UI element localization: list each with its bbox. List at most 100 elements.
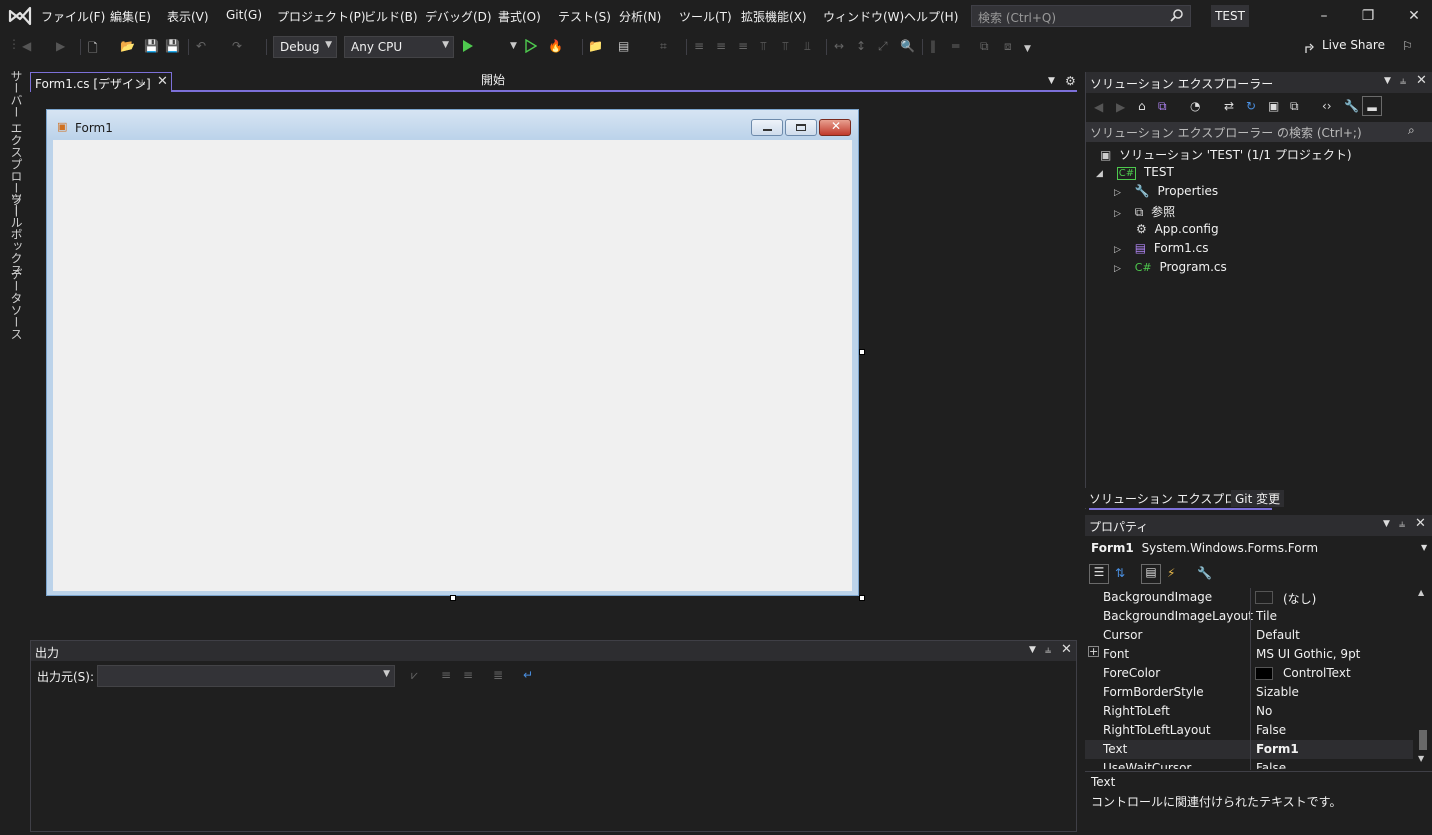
switch-views-icon[interactable]: ⧉ (1158, 99, 1167, 114)
solution-search-input[interactable]: ソリューション エクスプローラー の検索 (Ctrl+;) ⌕ (1086, 122, 1432, 142)
pin-icon[interactable]: ⫨ (1400, 74, 1406, 88)
tree-item-program[interactable]: ▷ C# Program.cs (1114, 260, 1227, 279)
alphabetical-icon[interactable]: ⇅ (1115, 566, 1125, 580)
align-rights-icon[interactable]: ≡ (738, 39, 754, 55)
vertical-spacing-icon[interactable]: ═ (952, 39, 968, 55)
properties-wrench-icon[interactable]: 🔧 (1344, 99, 1359, 113)
tree-item-properties[interactable]: ▷ 🔧 Properties (1114, 184, 1218, 203)
form1-titlebar[interactable]: ▣ Form1 ✕ (47, 110, 858, 139)
preview-selected-icon[interactable]: ▂ (1362, 96, 1382, 116)
menu-view[interactable]: 表示(V) (167, 8, 209, 25)
menu-git[interactable]: Git(G) (226, 8, 262, 22)
global-search-input[interactable]: 検索 (Ctrl+Q) (971, 5, 1191, 27)
spacing-icon[interactable]: ‖ (930, 39, 946, 55)
menu-format[interactable]: 書式(O) (498, 8, 541, 25)
refresh-icon[interactable]: ↻ (1246, 99, 1256, 113)
menu-analyze[interactable]: 分析(N) (619, 8, 661, 25)
scroll-down-icon[interactable]: ▼ (1418, 754, 1424, 763)
bring-to-front-icon[interactable]: ⧉ (980, 39, 996, 55)
close-tab-icon[interactable]: ✕ (157, 74, 168, 89)
solution-platform-select[interactable]: Any CPU ▼ (344, 36, 454, 58)
undo-icon[interactable]: ↶ (196, 39, 212, 55)
object-selector[interactable]: Form1 System.Windows.Forms.Form ▼ (1085, 539, 1432, 559)
new-project-icon[interactable]: 🗋 (88, 39, 104, 55)
zoom-icon[interactable]: 🔍 (900, 39, 916, 55)
panel-options-icon[interactable]: ▼ (1383, 519, 1390, 529)
tab-git-changes[interactable]: Git 変更 (1231, 490, 1285, 507)
property-row[interactable]: RightToLeftLayout False (1085, 721, 1413, 740)
show-all-files-icon[interactable]: ⧉ (1290, 99, 1299, 114)
pending-changes-filter-icon[interactable]: ◔ (1190, 99, 1200, 113)
close-icon[interactable]: ✕ (1404, 6, 1424, 26)
size-to-grid-icon[interactable]: ⤢ (878, 39, 894, 55)
close-panel-icon[interactable]: ✕ (1061, 642, 1072, 657)
resize-handle-right[interactable] (859, 349, 865, 355)
align-tops-icon[interactable]: ⫪ (760, 39, 776, 55)
menu-extensions[interactable]: 拡張機能(X) (741, 8, 807, 25)
start-debugging-icon[interactable] (462, 39, 474, 53)
form1-client-area[interactable] (53, 140, 852, 591)
save-icon[interactable]: 💾 (144, 39, 160, 55)
tab-list-dropdown-icon[interactable]: ▼ (1048, 76, 1055, 86)
collapse-all-icon[interactable]: ▣ (1268, 99, 1279, 113)
open-in-explorer-icon[interactable]: 📁 (588, 39, 604, 55)
feedback-icon[interactable]: ⚐ (1402, 39, 1418, 55)
properties-view-icon[interactable]: ▤ (1141, 564, 1161, 584)
property-row[interactable]: RightToLeft No (1085, 702, 1413, 721)
resize-handle-bottom[interactable] (450, 595, 456, 601)
align-bottoms-icon[interactable]: ⫫ (804, 39, 820, 55)
make-same-height-icon[interactable]: ↕ (856, 39, 872, 55)
hot-reload-icon[interactable]: 🔥 (548, 39, 564, 55)
menu-tools[interactable]: ツール(T) (679, 8, 732, 25)
tree-item-app-config[interactable]: ⚙ App.config (1136, 222, 1219, 241)
menu-help[interactable]: ヘルプ(H) (904, 8, 958, 25)
menu-build[interactable]: ビルド(B) (364, 8, 418, 25)
project-node[interactable]: ◢ C# TEST (1096, 165, 1174, 184)
solution-name-badge[interactable]: TEST (1211, 5, 1249, 27)
layout-icon[interactable]: ▤ (618, 39, 634, 55)
align-lefts-icon[interactable]: ≡ (694, 39, 710, 55)
pin-icon[interactable]: ⫨ (1399, 517, 1405, 531)
property-row[interactable]: Cursor Default (1085, 626, 1413, 645)
solution-node[interactable]: ▣ ソリューション 'TEST' (1/1 プロジェクト) (1100, 146, 1352, 165)
document-tab-form1-design[interactable]: Form1.cs [デザイン] ⫨ ✕ (30, 72, 172, 92)
next-message-icon[interactable]: ≡ (463, 668, 473, 682)
redo-icon[interactable]: ↷ (232, 39, 248, 55)
property-row[interactable]: FormBorderStyle Sizable (1085, 683, 1413, 702)
menu-window[interactable]: ウィンドウ(W) (823, 8, 904, 25)
output-source-select[interactable]: ▼ (97, 665, 395, 687)
panel-options-icon[interactable]: ▼ (1029, 645, 1036, 655)
property-pages-icon[interactable]: 🔧 (1197, 566, 1212, 580)
toolbox-tab[interactable]: ツールボックス (8, 192, 25, 276)
align-middles-icon[interactable]: ⫪ (782, 39, 798, 55)
property-scrollbar[interactable]: ▲ ▼ (1417, 588, 1429, 768)
align-centers-icon[interactable]: ≡ (716, 39, 732, 55)
open-folder-icon[interactable]: 📂 (120, 39, 136, 55)
property-row[interactable]: + Font MS UI Gothic, 9pt (1085, 645, 1413, 664)
property-row[interactable]: ForeColor ControlText (1085, 664, 1413, 683)
menu-project[interactable]: プロジェクト(P) (277, 8, 366, 25)
navigate-forward-icon[interactable]: ▶ (56, 39, 72, 55)
scroll-up-icon[interactable]: ▲ (1418, 588, 1424, 597)
menu-edit[interactable]: 編集(E) (110, 8, 151, 25)
resize-handle-corner[interactable] (859, 595, 865, 601)
tree-item-form1[interactable]: ▷ ▤ Form1.cs (1114, 241, 1208, 260)
live-share-button[interactable]: Live Share (1322, 38, 1385, 52)
sync-icon[interactable]: ⇄ (1224, 99, 1234, 113)
events-icon[interactable]: ⚡ (1167, 566, 1175, 580)
tree-item-references[interactable]: ▷ ⧉ 参照 (1114, 203, 1175, 222)
close-panel-icon[interactable]: ✕ (1416, 73, 1427, 88)
property-row[interactable]: UseWaitCursor False (1085, 759, 1413, 769)
close-panel-icon[interactable]: ✕ (1415, 516, 1426, 531)
pin-icon[interactable]: ⫨ (139, 75, 145, 89)
make-same-width-icon[interactable]: ↔ (834, 39, 850, 55)
restore-icon[interactable]: ❐ (1358, 6, 1378, 26)
send-to-back-icon[interactable]: ⧈ (1004, 39, 1020, 55)
minimize-icon[interactable]: – (1314, 6, 1334, 26)
find-message-icon[interactable]: ⩗ (411, 668, 418, 683)
toolbar-overflow-icon[interactable]: ▼ (1024, 44, 1040, 60)
property-row[interactable]: BackgroundImage (なし) (1085, 588, 1413, 607)
save-all-icon[interactable]: 💾 (165, 39, 181, 55)
word-wrap-icon[interactable]: ↵ (523, 668, 533, 682)
solution-configuration-select[interactable]: Debug ▼ (273, 36, 337, 58)
